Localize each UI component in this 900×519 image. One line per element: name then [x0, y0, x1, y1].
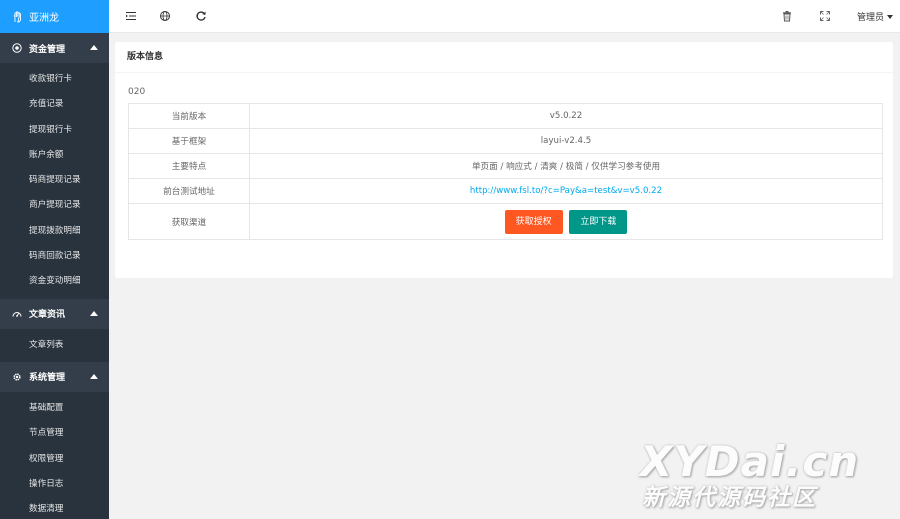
chevron-up-icon: [90, 373, 98, 379]
table-row: 主要特点 单页面 / 响应式 / 清爽 / 极简 / 仅供学习参考使用: [128, 153, 883, 179]
sidebar-group-label: 文章资讯: [29, 310, 66, 321]
trash-icon[interactable]: [781, 10, 793, 22]
row-label: 前台测试地址: [128, 178, 250, 204]
sidebar-item-merchant-withdraw[interactable]: 商户提现记录: [0, 193, 109, 218]
test-url-link[interactable]: http://www.fsl.to/?c=Pay&a=test&v=v5.0.2…: [470, 186, 662, 196]
sidebar-item-bank-cards[interactable]: 收款银行卡: [0, 67, 109, 92]
row-value: layui-v2.4.5: [249, 128, 883, 154]
sidebar-item-permission-manage[interactable]: 权限管理: [0, 447, 109, 472]
row-value: v5.0.22: [249, 103, 883, 129]
version-table: 当前版本 v5.0.22 基于框架 layui-v2.4.5 主要特点 单页面 …: [128, 103, 883, 240]
version-card: 版本信息 020 当前版本 v5.0.22 基于框架 layui-v2.4.5 …: [115, 42, 893, 278]
menu-toggle-icon[interactable]: [125, 10, 137, 22]
sidebar-item-withdraw-details[interactable]: 提现拨款明细: [0, 219, 109, 244]
sidebar-group-funds[interactable]: 资金管理: [0, 33, 109, 63]
sidebar-item-node-manage[interactable]: 节点管理: [0, 421, 109, 446]
row-value-cell: http://www.fsl.to/?c=Pay&a=test&v=v5.0.2…: [249, 178, 883, 204]
watermark-line2: 新源代源码社区: [642, 485, 817, 511]
chevron-up-icon: [90, 310, 98, 316]
gauge-icon: [12, 311, 22, 317]
logo[interactable]: 亚洲龙: [0, 0, 109, 33]
card-title: 版本信息: [115, 42, 893, 73]
get-license-button[interactable]: 获取授权: [504, 209, 563, 234]
watermark: XYDai.cn 新源代源码社区: [640, 440, 859, 512]
row-value: 单页面 / 响应式 / 清爽 / 极简 / 仅供学习参考使用: [249, 153, 883, 179]
table-row: 当前版本 v5.0.22: [128, 103, 883, 129]
sidebar-item-code-return[interactable]: 码商回款记录: [0, 244, 109, 269]
row-label: 获取渠道: [128, 203, 250, 240]
sidebar-item-recharge-records[interactable]: 充值记录: [0, 92, 109, 117]
fullscreen-icon[interactable]: [819, 10, 831, 22]
sidebar-item-fund-changes[interactable]: 资金变动明细: [0, 269, 109, 294]
sidebar-item-code-withdraw[interactable]: 码商提现记录: [0, 168, 109, 193]
sidebar-group-system-items: 基础配置 节点管理 权限管理 操作日志 数据清理: [0, 392, 109, 519]
download-button[interactable]: 立即下载: [569, 209, 628, 234]
sidebar-item-article-list[interactable]: 文章列表: [0, 333, 109, 358]
caret-down-icon: [887, 14, 893, 19]
hand-icon: [13, 10, 21, 22]
sidebar-group-articles-items: 文章列表: [0, 329, 109, 362]
sidebar-group-funds-items: 收款银行卡 充值记录 提现银行卡 账户余额 码商提现记录 商户提现记录 提现拨款…: [0, 63, 109, 299]
sidebar-group-system[interactable]: 系统管理: [0, 361, 109, 392]
admin-menu[interactable]: 管理员: [857, 10, 893, 23]
admin-label: 管理员: [856, 13, 884, 23]
sidebar-group-articles[interactable]: 文章资讯: [0, 298, 109, 329]
sidebar-item-withdraw-cards[interactable]: 提现银行卡: [0, 118, 109, 143]
card-subtitle: 020: [128, 87, 146, 97]
row-buttons: 获取授权 立即下载: [249, 203, 883, 240]
sidebar-group-label: 系统管理: [29, 373, 66, 384]
topbar: 管理员: [109, 0, 900, 33]
watermark-line1: XYDai.cn: [640, 437, 860, 486]
table-row: 前台测试地址 http://www.fsl.to/?c=Pay&a=test&v…: [128, 178, 883, 204]
globe-icon[interactable]: [159, 10, 171, 22]
refresh-icon[interactable]: [195, 10, 207, 22]
sidebar-item-basic-config[interactable]: 基础配置: [0, 396, 109, 421]
table-row: 获取渠道 获取授权 立即下载: [128, 203, 883, 240]
sidebar-item-data-cleanup[interactable]: 数据清理: [0, 497, 109, 519]
table-row: 基于框架 layui-v2.4.5: [128, 128, 883, 154]
sidebar-item-balance[interactable]: 账户余额: [0, 143, 109, 168]
sidebar: 亚洲龙 资金管理 收款银行卡 充值记录 提现银行卡 账户余额 码商提现记录 商户…: [0, 0, 109, 519]
sidebar-item-operation-log[interactable]: 操作日志: [0, 472, 109, 497]
row-label: 当前版本: [128, 103, 250, 129]
chevron-up-icon: [90, 45, 98, 50]
target-icon: [12, 43, 22, 53]
gear-icon: [13, 373, 21, 381]
row-label: 主要特点: [128, 153, 250, 179]
logo-text: 亚洲龙: [29, 13, 59, 24]
sidebar-group-label: 资金管理: [29, 44, 66, 55]
row-label: 基于框架: [128, 128, 250, 154]
